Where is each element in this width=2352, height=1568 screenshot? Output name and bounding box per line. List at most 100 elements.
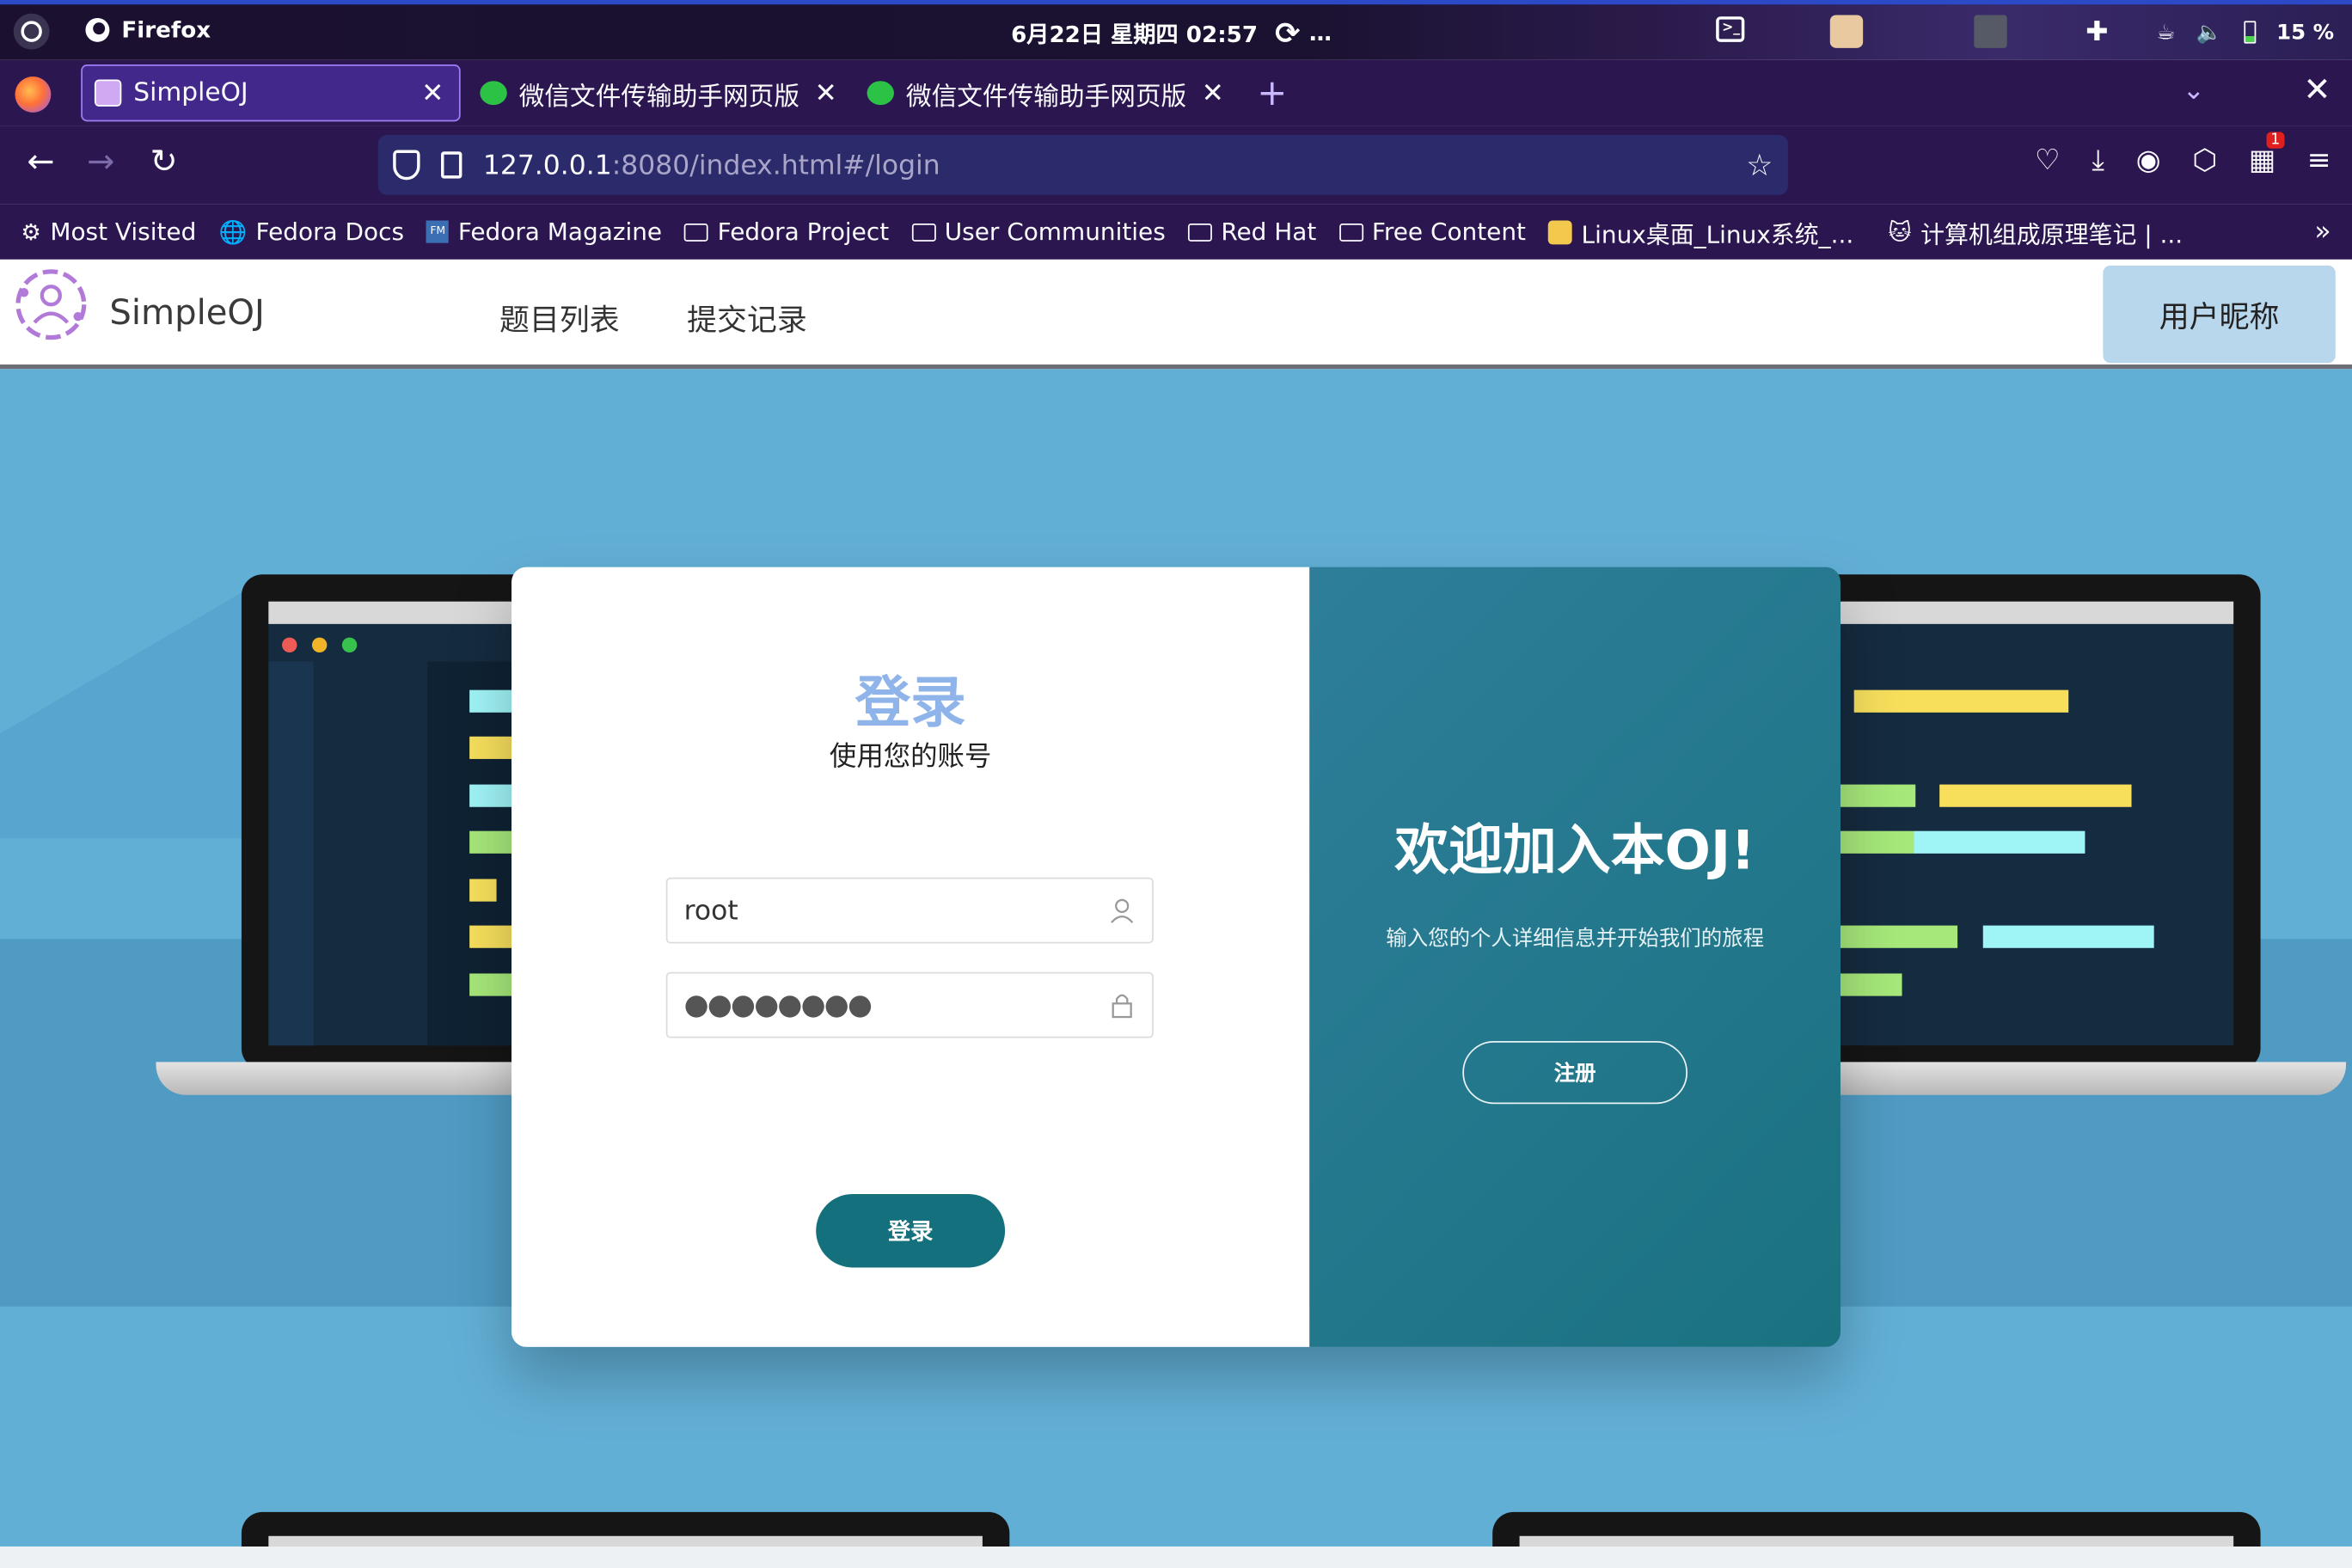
terminal-icon[interactable]: >_ <box>1716 16 1745 42</box>
refresh-icon: ⟳ <box>1275 15 1301 52</box>
tab-wechat-2[interactable]: 微信文件传输助手网页版 ✕ <box>867 64 1228 121</box>
account-icon[interactable]: ◉ <box>2136 144 2161 177</box>
login-page-background: 登录 使用您的账号 root ●●●●●●●● 登录 欢迎加入本OJ! 输入您的… <box>0 369 2352 1547</box>
code-line <box>1829 830 1914 854</box>
forward-arrow-icon[interactable]: → <box>87 144 114 182</box>
menu-icon[interactable]: ≡ <box>2307 144 2331 177</box>
bookmark-fedora-project[interactable]: Fedora Project <box>684 217 889 246</box>
url-host: 127.0.0.1 <box>482 149 612 181</box>
bookmark-label: Most Visited <box>50 217 197 247</box>
bookmark-label: Linux桌面_Linux系统_... <box>1581 219 1854 248</box>
battery-percent: 15 % <box>2276 20 2335 45</box>
shield-icon[interactable] <box>393 150 420 181</box>
window-close-icon[interactable]: ✕ <box>2303 72 2331 110</box>
app-menu[interactable]: Firefox <box>84 16 211 44</box>
url-bar[interactable]: 127.0.0.1:8080/index.html#/login ☆ <box>377 135 1788 195</box>
bookmark-most-visited[interactable]: ⚙ Most Visited <box>21 217 196 246</box>
window-thumbnail-icon[interactable] <box>1974 15 2007 48</box>
extensions-icon[interactable]: ⬡ <box>2192 144 2217 177</box>
globe-icon: 🌐 <box>218 217 248 246</box>
coffee-icon[interactable]: ☕ <box>2156 21 2175 45</box>
pocket-icon[interactable]: ♡ <box>2035 144 2061 177</box>
folder-icon <box>684 223 709 242</box>
bookmark-fedora-docs[interactable]: 🌐 Fedora Docs <box>218 217 404 246</box>
fm-icon: FM <box>426 220 450 243</box>
system-top-bar: Firefox 6月22日 星期四 02:57 ⟳ … >_ ✚ ☕ 🔈 15 … <box>0 0 2352 60</box>
bookmark-star-icon[interactable]: ☆ <box>1746 147 1773 183</box>
cat-avatar-icon[interactable] <box>1829 15 1864 48</box>
app-name: Firefox <box>121 16 211 44</box>
firefox-icon <box>85 17 110 42</box>
nav-problem-list[interactable]: 题目列表 <box>499 296 620 340</box>
list-all-tabs-chevron-icon[interactable]: ⌄ <box>2183 75 2205 107</box>
system-tray[interactable]: ✚ ☕ 🔈 15 % <box>2086 16 2334 48</box>
download-icon[interactable]: ⤓ <box>2092 144 2104 177</box>
tab-title: 微信文件传输助手网页版 <box>905 82 1187 112</box>
username-value: root <box>683 894 738 927</box>
tab-close-icon[interactable]: ✕ <box>421 77 444 109</box>
bookmarks-bar: ⚙ Most Visited 🌐 Fedora Docs FM Fedora Maga… <box>0 204 2352 260</box>
login-form-panel: 登录 使用您的账号 root ●●●●●●●● 登录 <box>511 567 1310 1347</box>
url-path: :8080/index.html#/login <box>611 149 940 181</box>
username-field[interactable]: root <box>665 877 1154 944</box>
firefox-view-icon[interactable] <box>15 76 52 113</box>
extension-icon[interactable]: ✚ <box>2086 16 2108 48</box>
bookmark-label: User Communities <box>944 217 1166 247</box>
bookmark-computer-notes[interactable]: 🐱 计算机组成原理笔记 | ... <box>1888 214 2183 250</box>
register-button[interactable]: 注册 <box>1462 1040 1688 1105</box>
background-diagonal <box>0 576 271 839</box>
activities-button[interactable] <box>13 13 50 50</box>
bookmark-red-hat[interactable]: Red Hat <box>1187 217 1316 246</box>
reload-icon[interactable]: ↻ <box>150 144 177 182</box>
code-line <box>469 879 497 902</box>
welcome-panel: 欢迎加入本OJ! 输入您的个人详细信息并开始我们的旅程 注册 <box>1309 567 1841 1347</box>
back-arrow-icon[interactable]: ← <box>27 144 54 182</box>
tab-title: 微信文件传输助手网页版 <box>518 82 800 112</box>
laptop-illustration-bottom-left <box>241 1511 1010 1547</box>
badge-count: 1 <box>2266 132 2285 149</box>
nav-submissions[interactable]: 提交记录 <box>687 296 807 340</box>
lock-icon <box>1112 994 1132 1019</box>
window-dot <box>282 637 297 653</box>
user-nickname-button[interactable]: 用户昵称 <box>2103 265 2336 364</box>
login-button[interactable]: 登录 <box>816 1193 1006 1268</box>
loading-text: … <box>1308 19 1332 47</box>
code-line <box>1853 689 2069 713</box>
code-line <box>1982 925 2154 948</box>
tab-wechat-1[interactable]: 微信文件传输助手网页版 ✕ <box>480 64 840 121</box>
code-gutter <box>268 661 314 1046</box>
password-field[interactable]: ●●●●●●●● <box>665 971 1154 1038</box>
bookmark-free-content[interactable]: Free Content <box>1338 217 1526 246</box>
code-line <box>1829 973 1902 996</box>
folder-icon <box>911 223 936 242</box>
tab-simpleoj[interactable]: SimpleOJ ✕ <box>81 64 461 122</box>
brand-name[interactable]: SimpleOJ <box>109 294 264 333</box>
bookmark-fedora-magazine[interactable]: FM Fedora Magazine <box>426 217 662 246</box>
password-mask: ●●●●●●●● <box>683 988 873 1022</box>
extension-badge-icon[interactable]: ▦ 1 <box>2249 132 2285 177</box>
top-bar-edge <box>0 0 2352 5</box>
laptop-illustration-bottom-right <box>1492 1511 2261 1547</box>
wechat-icon <box>480 81 507 106</box>
bookmark-linux-desktop[interactable]: Linux桌面_Linux系统_... <box>1548 214 1853 250</box>
code-line <box>1914 830 2086 854</box>
login-card: 登录 使用您的账号 root ●●●●●●●● 登录 欢迎加入本OJ! 输入您的… <box>511 567 1841 1347</box>
volume-icon[interactable]: 🔈 <box>2196 21 2222 45</box>
cat-icon: 🐱 <box>1888 217 1912 246</box>
new-tab-button[interactable]: + <box>1257 72 1287 114</box>
page-icon[interactable] <box>441 151 462 179</box>
laptop-screen-edge <box>1519 1535 2234 1547</box>
tux-icon <box>1548 219 1573 244</box>
simpleoj-favicon <box>94 79 122 107</box>
bookmark-label: Fedora Magazine <box>457 217 663 247</box>
tab-close-icon[interactable]: ✕ <box>814 77 836 109</box>
refresh-indicator[interactable]: ⟳ … <box>1275 15 1332 51</box>
bookmark-label: Free Content <box>1371 217 1526 247</box>
clock[interactable]: 6月22日 星期四 02:57 <box>1011 18 1258 50</box>
tab-close-icon[interactable]: ✕ <box>1202 77 1224 109</box>
simpleoj-logo-icon[interactable] <box>9 262 93 346</box>
bookmark-label: Fedora Project <box>717 217 890 247</box>
more-bookmarks-chevron-icon[interactable]: » <box>2314 216 2331 248</box>
gear-icon: ⚙ <box>21 217 41 246</box>
bookmark-user-communities[interactable]: User Communities <box>911 217 1166 247</box>
